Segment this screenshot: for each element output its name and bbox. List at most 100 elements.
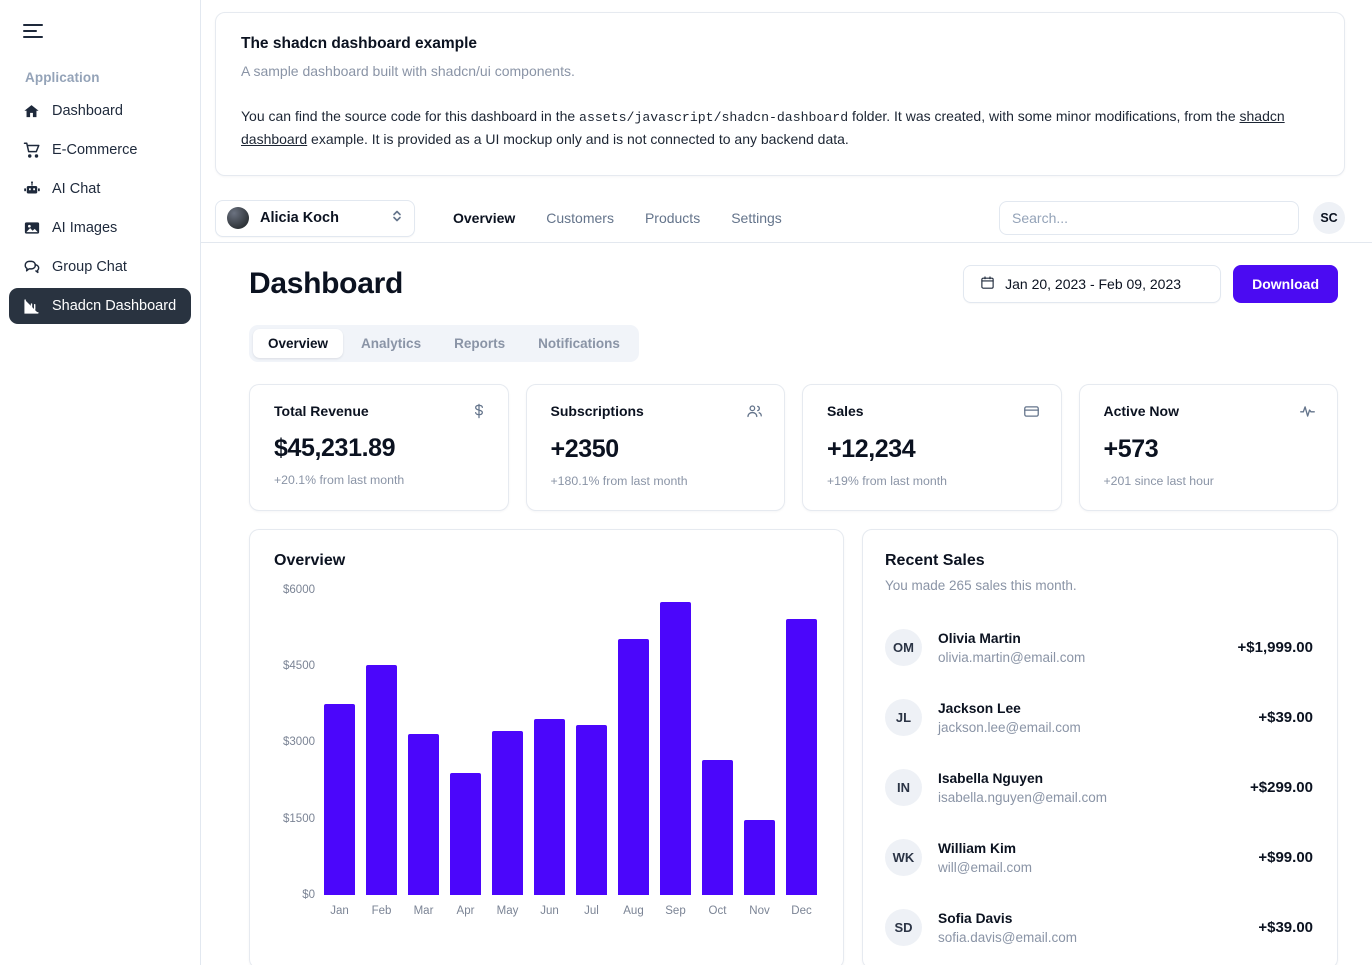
chart-x-tick: Apr [450, 905, 481, 917]
page-content: Dashboard Jan 20, 2023 - Feb 09, 2023 Do… [201, 243, 1372, 965]
panels-row: Overview $0$1500$3000$4500$6000 JanFebMa… [249, 529, 1338, 965]
recent-sale-name: William Kim [938, 841, 1032, 856]
sidebar-item-label: E-Commerce [52, 142, 137, 158]
chart-bar[interactable] [576, 725, 607, 895]
date-range-value: Jan 20, 2023 - Feb 09, 2023 [1005, 276, 1181, 292]
main-area: The shadcn dashboard example A sample da… [201, 0, 1372, 965]
chart-bar-column[interactable] [744, 590, 775, 895]
chart-bar[interactable] [450, 773, 481, 894]
tab-notifications[interactable]: Notifications [523, 329, 635, 358]
info-body-text-3: example. It is provided as a UI mockup o… [307, 131, 849, 147]
tab-bar: Overview Analytics Reports Notifications [249, 325, 639, 362]
recent-sales-list: OMOlivia Martinolivia.martin@email.com+$… [885, 613, 1313, 963]
chart-y-tick: $1500 [283, 813, 315, 825]
recent-sale-row[interactable]: OMOlivia Martinolivia.martin@email.com+$… [885, 613, 1313, 683]
chart-x-tick: Aug [618, 905, 649, 917]
chart-bar[interactable] [408, 734, 439, 895]
chart-x-tick: Jul [576, 905, 607, 917]
dollar-icon [471, 403, 487, 424]
team-switcher[interactable]: Alicia Koch [215, 200, 415, 237]
chart-bar-column[interactable] [366, 590, 397, 895]
chart-bar-column[interactable] [534, 590, 565, 895]
recent-sale-meta: Isabella Nguyenisabella.nguyen@email.com [938, 771, 1107, 805]
recent-sale-name: Jackson Lee [938, 701, 1081, 716]
recent-sale-amount: +$39.00 [1258, 709, 1313, 726]
chart-x-tick: Mar [408, 905, 439, 917]
chart-bar[interactable] [534, 719, 565, 894]
top-navigation-right: SC [999, 201, 1345, 235]
overview-chart-panel: Overview $0$1500$3000$4500$6000 JanFebMa… [249, 529, 844, 965]
chart-x-tick: Feb [366, 905, 397, 917]
stat-value: +573 [1104, 435, 1317, 464]
chart-bar[interactable] [786, 619, 817, 895]
chart-bar-column[interactable] [492, 590, 523, 895]
chart-bar-column[interactable] [324, 590, 355, 895]
recent-sale-name: Sofia Davis [938, 911, 1077, 926]
chart-bar[interactable] [366, 665, 397, 895]
tab-overview[interactable]: Overview [253, 329, 343, 358]
sidebar-item-ecommerce[interactable]: E-Commerce [9, 132, 191, 168]
chart-bar[interactable] [618, 639, 649, 895]
nav-link-settings[interactable]: Settings [731, 210, 782, 226]
chart-bar[interactable] [324, 704, 355, 895]
tab-reports[interactable]: Reports [439, 329, 520, 358]
sidebar-item-group-chat[interactable]: Group Chat [9, 249, 191, 285]
sidebar-item-label: Dashboard [52, 103, 123, 119]
chart-bar-column[interactable] [618, 590, 649, 895]
sidebar-item-label: Group Chat [52, 259, 127, 275]
recent-sale-row[interactable]: JLJackson Leejackson.lee@email.com+$39.0… [885, 683, 1313, 753]
stat-label: Total Revenue [274, 403, 369, 419]
user-avatar-badge[interactable]: SC [1313, 202, 1345, 234]
chart-x-tick: Nov [744, 905, 775, 917]
recent-sale-email: olivia.martin@email.com [938, 650, 1085, 665]
hamburger-icon[interactable] [23, 14, 57, 48]
recent-sale-meta: Jackson Leejackson.lee@email.com [938, 701, 1081, 735]
chart-bar-column[interactable] [702, 590, 733, 895]
chart-x-tick: Sep [660, 905, 691, 917]
activity-icon [1299, 403, 1316, 425]
chart-bar-column[interactable] [408, 590, 439, 895]
calendar-icon [980, 275, 995, 293]
info-body-text-1: You can find the source code for this da… [241, 108, 579, 124]
chart-bar-column[interactable] [786, 590, 817, 895]
sidebar-item-ai-chat[interactable]: AI Chat [9, 171, 191, 207]
recent-sale-row[interactable]: INIsabella Nguyenisabella.nguyen@email.c… [885, 753, 1313, 823]
stat-value: $45,231.89 [274, 434, 487, 463]
chart-bar[interactable] [744, 820, 775, 895]
credit-card-icon [1023, 403, 1040, 425]
date-range-picker[interactable]: Jan 20, 2023 - Feb 09, 2023 [963, 265, 1221, 303]
nav-link-customers[interactable]: Customers [546, 210, 614, 226]
recent-sale-amount: +$39.00 [1258, 919, 1313, 936]
chart-bar-column[interactable] [576, 590, 607, 895]
stat-card-total-revenue: Total Revenue $45,231.89 +20.1% from las… [249, 384, 509, 511]
nav-link-products[interactable]: Products [645, 210, 700, 226]
recent-sale-row[interactable]: WKWilliam Kimwill@email.com+$99.00 [885, 823, 1313, 893]
chart-bar-column[interactable] [660, 590, 691, 895]
recent-sale-row[interactable]: SDSofia Davissofia.davis@email.com+$39.0… [885, 893, 1313, 963]
tab-analytics[interactable]: Analytics [346, 329, 436, 358]
sidebar-item-dashboard[interactable]: Dashboard [9, 93, 191, 129]
chart-bar[interactable] [660, 602, 691, 895]
chart-y-tick: $3000 [283, 736, 315, 748]
chart-bar[interactable] [492, 731, 523, 895]
bar-chart: $0$1500$3000$4500$6000 JanFebMarAprMayJu… [274, 590, 819, 935]
stat-card-subscriptions: Subscriptions +2350 +180.1% from last mo… [526, 384, 786, 511]
sidebar-item-shadcn-dashboard[interactable]: Shadcn Dashboard [9, 288, 191, 324]
stat-delta: +201 since last hour [1104, 474, 1317, 488]
info-card-title: The shadcn dashboard example [241, 35, 1320, 53]
sidebar-item-ai-images[interactable]: AI Images [9, 210, 191, 246]
hamburger-line [23, 30, 37, 32]
recent-sale-email: sofia.davis@email.com [938, 930, 1077, 945]
stat-delta: +19% from last month [827, 474, 1040, 488]
recent-sales-panel: Recent Sales You made 265 sales this mon… [862, 529, 1338, 965]
nav-link-overview[interactable]: Overview [453, 210, 515, 226]
chart-bar-column[interactable] [450, 590, 481, 895]
chart-y-axis: $0$1500$3000$4500$6000 [274, 590, 322, 895]
chart-bars [322, 590, 819, 895]
download-button[interactable]: Download [1233, 265, 1338, 303]
search-input[interactable] [999, 201, 1299, 235]
sidebar-group-label: Application [9, 70, 191, 85]
chart-bar[interactable] [702, 760, 733, 895]
stat-value: +12,234 [827, 435, 1040, 464]
sidebar-item-label: Shadcn Dashboard [52, 298, 176, 314]
